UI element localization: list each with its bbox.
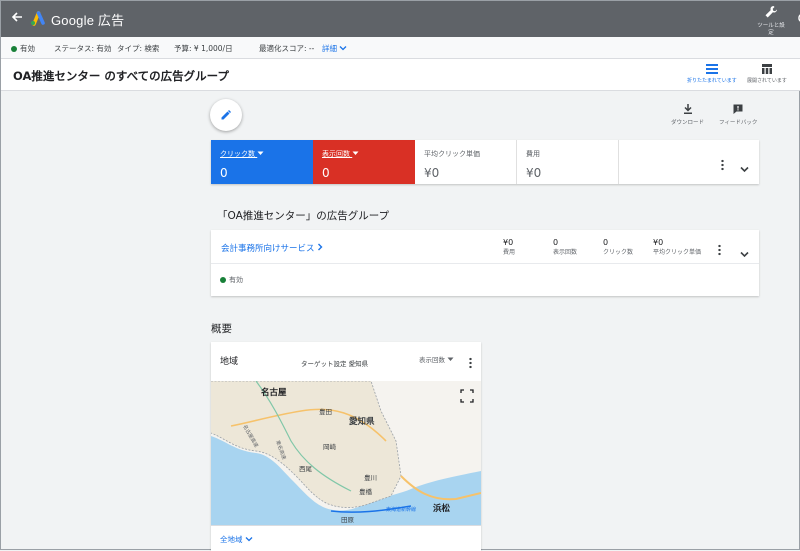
metric-avg-cpc[interactable]: 平均クリック単価 ¥0 [415, 140, 517, 184]
metric-value: 0 [220, 166, 228, 180]
wrench-icon [765, 5, 777, 18]
metric-value: 0 [322, 166, 330, 180]
adgroup-stat-avg-cpc: ¥0 平均クリック単価 [653, 238, 702, 256]
type-text: タイプ: 検索 [117, 44, 160, 53]
all-regions-dropdown[interactable]: 全地域 [211, 525, 481, 551]
feedback-button[interactable]: フィードバック [719, 103, 757, 126]
map-label-toyokawa: 豊川 [364, 473, 377, 482]
download-label: ダウンロード [671, 120, 705, 126]
feedback-label: フィードバック [719, 120, 758, 126]
map-label-nishio: 西尾 [299, 465, 313, 473]
map-label-hamamatsu: 浜松 [433, 503, 451, 514]
chevron-down-icon [245, 537, 253, 542]
back-arrow-icon[interactable] [11, 10, 25, 26]
status-indicator: 有効 [11, 43, 35, 54]
adgroup-name-link[interactable]: 会計事務所向けサービス [221, 242, 323, 254]
adgroup-stat-impressions: 0 表示回数 [553, 238, 578, 256]
download-button[interactable]: ダウンロード [671, 103, 704, 126]
tools-settings-button[interactable]: ツールと設定 [756, 4, 786, 37]
details-link[interactable]: 詳細 [322, 43, 347, 54]
map-label-tahara: 田原 [341, 516, 355, 524]
tools-label: ツールと設定 [757, 23, 785, 36]
status-text: ステータス: 有効 [54, 44, 112, 53]
caret-down-icon [257, 151, 264, 155]
edit-fab-button[interactable] [210, 99, 242, 131]
expanded-view-button[interactable]: 展開されています [747, 63, 787, 84]
help-icon[interactable] [795, 13, 800, 26]
collapsed-view-button[interactable]: 折りたたまれています [687, 63, 737, 84]
more-vert-icon[interactable] [718, 241, 721, 260]
targeting-text: ターゲット設定 愛知県 [301, 360, 369, 368]
region-card-title: 地域 [220, 357, 239, 367]
list-view-icon [705, 64, 718, 74]
metric-label: 費用 [526, 150, 540, 158]
map-label-nagoya: 名古屋 [261, 387, 287, 398]
pencil-icon [221, 110, 231, 120]
metric-impressions[interactable]: 表示回数 0 [313, 140, 415, 184]
more-vert-icon[interactable] [469, 354, 472, 373]
adgroup-status: 有効 [220, 275, 243, 285]
chevron-right-icon [318, 243, 323, 251]
map-label-okazaki: 岡崎 [323, 442, 337, 451]
caret-down-icon [352, 151, 359, 155]
adgroup-stat-clicks: 0 クリック数 [603, 238, 634, 256]
page-title: OA推進センター のすべての広告グループ [13, 69, 229, 83]
top-app-bar: Google 広告 ツールと設定 [1, 1, 800, 37]
active-dot-icon [11, 46, 17, 52]
caret-down-icon [447, 357, 454, 361]
chevron-down-icon [339, 46, 347, 51]
metrics-card: クリック数 0 表示回数 0 平均クリック単価 ¥0 費用 ¥0 [211, 140, 759, 184]
download-icon [683, 104, 692, 114]
feedback-icon [733, 104, 743, 114]
expand-chevron-icon[interactable] [740, 158, 749, 177]
metric-label: クリック数 [220, 149, 304, 159]
map-label-aichi: 愛知県 [349, 416, 375, 427]
region-map-card: 地域 ターゲット設定 愛知県 表示回数 名古屋 愛知県 豊田 岡崎 西尾 豊川 … [211, 342, 481, 551]
optimization-score: 最適化スコア: -- [259, 44, 315, 53]
google-ads-logo-icon [29, 10, 45, 26]
page-header: OA推進センター のすべての広告グループ 折りたたまれています 展開されています [1, 59, 800, 91]
metric-label: 表示回数 [322, 149, 406, 159]
map-label-toyota: 豊田 [319, 407, 332, 416]
active-dot-icon [220, 277, 226, 283]
metric-cost[interactable]: 費用 ¥0 [517, 140, 619, 184]
app-brand: Google 広告 [51, 13, 125, 28]
divider [211, 263, 759, 264]
collapsed-view-label: 折りたたまれています [687, 78, 737, 84]
more-vert-icon[interactable] [721, 156, 724, 175]
metric-value: ¥0 [424, 166, 440, 180]
region-map[interactable]: 名古屋 愛知県 豊田 岡崎 西尾 豊川 豊橋 浜松 田原 名古屋高速 東名高速 … [211, 380, 481, 525]
adgroups-section-title: 「OA推進センター」の広告グループ [217, 210, 390, 222]
campaign-status-bar: 有効 ステータス: 有効 タイプ: 検索 予算: ¥ 1,000/日 最適化スコ… [1, 37, 800, 59]
metric-dropdown[interactable]: 表示回数 [419, 354, 454, 364]
adgroup-card: 会計事務所向けサービス ¥0 費用 0 表示回数 0 クリック数 ¥0 平均クリック単価… [211, 230, 759, 296]
map-label-shinkansen: 東海道新幹線 [386, 506, 416, 513]
metric-clicks[interactable]: クリック数 0 [211, 140, 313, 184]
adgroup-stat-cost: ¥0 費用 [503, 238, 516, 256]
expanded-view-label: 展開されています [747, 78, 787, 84]
expand-chevron-icon[interactable] [740, 243, 749, 262]
metric-value: ¥0 [526, 166, 542, 180]
metric-label: 平均クリック単価 [424, 150, 480, 158]
map-label-toyohashi: 豊橋 [359, 487, 373, 496]
overview-title: 概要 [211, 323, 232, 335]
table-view-icon [761, 64, 772, 74]
budget-text: 予算: ¥ 1,000/日 [174, 44, 233, 53]
